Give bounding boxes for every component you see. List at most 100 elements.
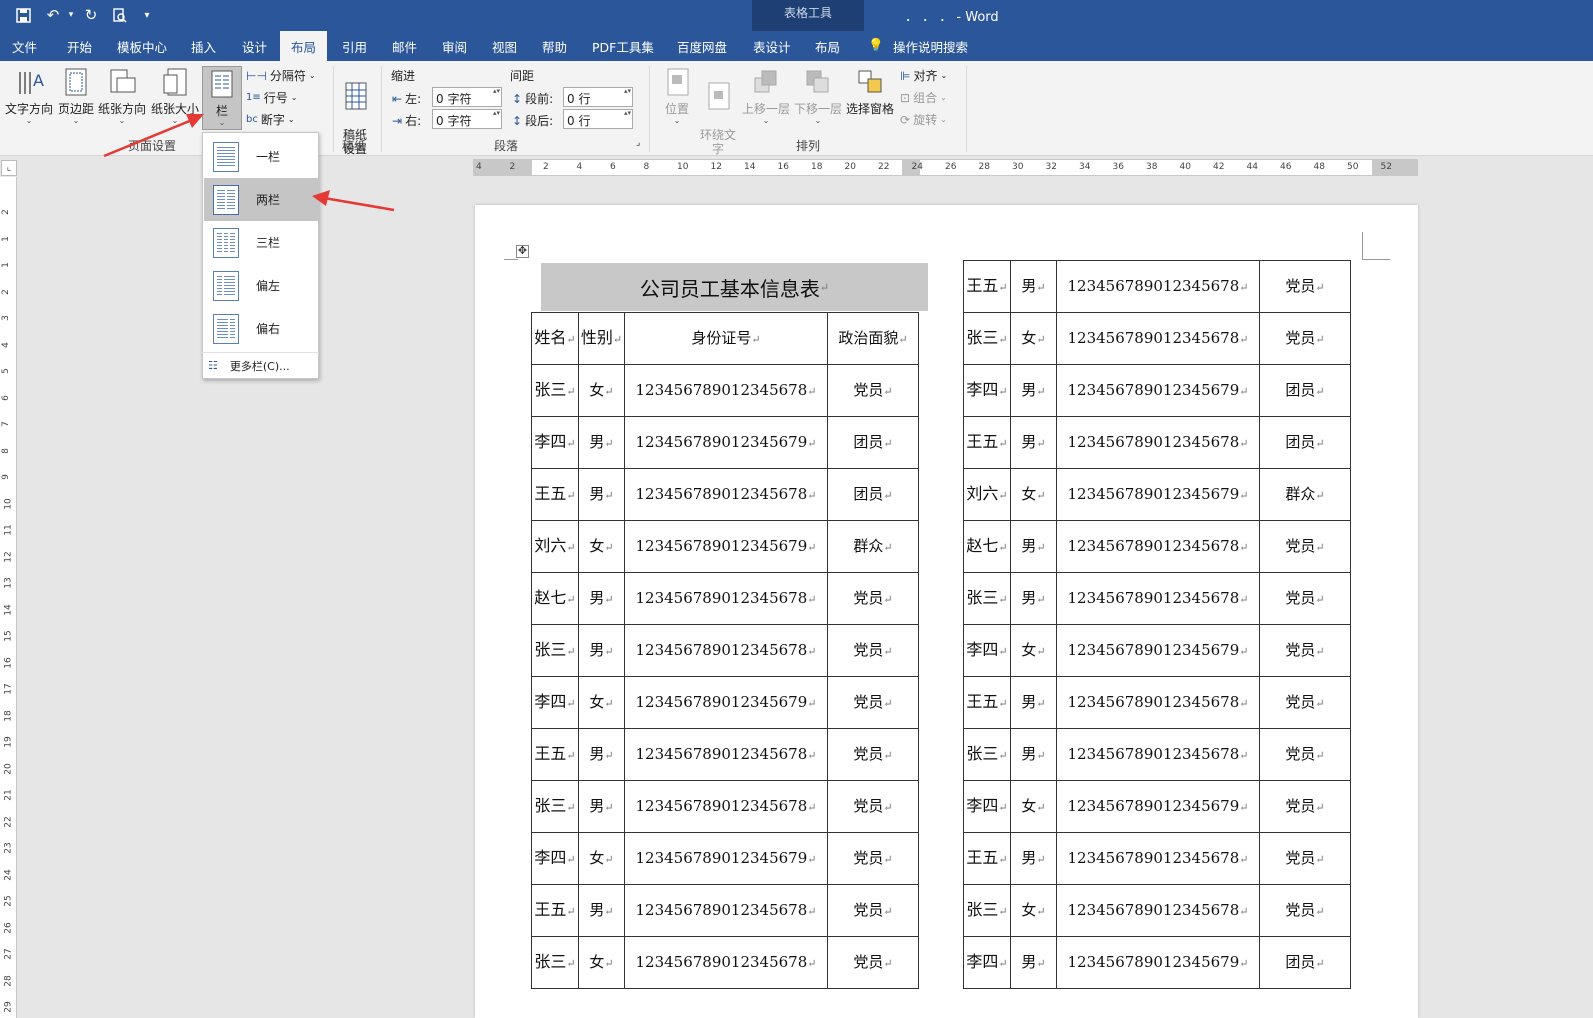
- columns-option-2[interactable]: 两栏: [204, 178, 318, 221]
- cell-political-status[interactable]: 党员↵: [1259, 884, 1351, 937]
- indent-left-input[interactable]: 0 字符: [432, 87, 502, 107]
- cell-name[interactable]: 张三↵: [963, 884, 1011, 937]
- cell-id-number[interactable]: 123456789012345679↵: [1056, 780, 1260, 833]
- align-button[interactable]: ⊫ 对齐 ⌄: [900, 67, 947, 84]
- cell-gender[interactable]: 男↵: [1010, 260, 1057, 313]
- tab-table-design[interactable]: 表设计: [753, 37, 791, 56]
- cell-name[interactable]: 李四↵: [963, 780, 1011, 833]
- cell-id-number[interactable]: 123456789012345678↵: [624, 884, 828, 937]
- employee-table-right[interactable]: 王五↵ 男↵ 123456789012345678↵ 党员↵ 张三↵ 女↵ 12345678…: [963, 260, 1351, 989]
- cell-name[interactable]: 王五↵: [531, 728, 579, 781]
- cell-political-status[interactable]: 党员↵: [1259, 520, 1351, 573]
- horizontal-ruler[interactable]: 4 2 2 4 6 8 10 12 14 16 18 20 22 24 26 28 30 32 34 36 38 40 42…: [473, 159, 1418, 176]
- columns-option-4[interactable]: 偏左: [204, 264, 318, 307]
- header-political-status[interactable]: 政治面貌↵: [827, 312, 919, 365]
- cell-name[interactable]: 王五↵: [531, 468, 579, 521]
- undo-dropdown-icon[interactable]: ▾: [60, 5, 82, 25]
- cell-name[interactable]: 李四↵: [963, 936, 1011, 989]
- tab-layout[interactable]: 布局: [280, 31, 328, 61]
- cell-political-status[interactable]: 团员↵: [1259, 936, 1351, 989]
- tab-help[interactable]: 帮助: [542, 37, 567, 56]
- cell-political-status[interactable]: 党员↵: [1259, 780, 1351, 833]
- cell-name[interactable]: 王五↵: [963, 416, 1011, 469]
- tab-home[interactable]: 开始: [67, 37, 92, 56]
- rotate-button[interactable]: ⟳ 旋转 ⌄: [900, 111, 947, 128]
- cell-id-number[interactable]: 123456789012345678↵: [624, 780, 828, 833]
- tab-file[interactable]: 文件: [12, 37, 37, 56]
- cell-name[interactable]: 王五↵: [963, 676, 1011, 729]
- send-backward-button[interactable]: 下移一层 ⌄: [793, 66, 843, 125]
- paragraph-launcher-icon[interactable]: ⌟: [636, 138, 640, 148]
- cell-id-number[interactable]: 123456789012345678↵: [624, 728, 828, 781]
- cell-name[interactable]: 赵七↵: [531, 572, 579, 625]
- cell-political-status[interactable]: 团员↵: [827, 468, 919, 521]
- cell-political-status[interactable]: 党员↵: [1259, 260, 1351, 313]
- cell-political-status[interactable]: 党员↵: [1259, 572, 1351, 625]
- cell-gender[interactable]: 男↵: [578, 728, 625, 781]
- cell-gender[interactable]: 男↵: [1010, 520, 1057, 573]
- cell-political-status[interactable]: 党员↵: [1259, 312, 1351, 365]
- vertical-ruler[interactable]: 2 1 1 2 3 4 5 6 7 8 9 10 11 12 13 14 15 16 17 18 19 20 21 22 23 2…: [0, 177, 17, 1018]
- position-button[interactable]: 位置 ⌄: [660, 66, 694, 125]
- cell-id-number[interactable]: 123456789012345678↵: [1056, 728, 1260, 781]
- header-name[interactable]: 姓名↵: [531, 312, 579, 365]
- cell-id-number[interactable]: 123456789012345678↵: [624, 572, 828, 625]
- save-icon[interactable]: [12, 5, 34, 25]
- cell-political-status[interactable]: 群众↵: [1259, 468, 1351, 521]
- cell-political-status[interactable]: 党员↵: [827, 728, 919, 781]
- cell-political-status[interactable]: 党员↵: [827, 780, 919, 833]
- columns-option-1[interactable]: 一栏: [204, 135, 318, 178]
- cell-id-number[interactable]: 123456789012345679↵: [1056, 364, 1260, 417]
- cell-gender[interactable]: 男↵: [578, 624, 625, 677]
- customize-qat-icon[interactable]: ▾: [136, 5, 158, 25]
- cell-gender[interactable]: 男↵: [1010, 728, 1057, 781]
- cell-id-number[interactable]: 123456789012345679↵: [1056, 936, 1260, 989]
- cell-id-number[interactable]: 123456789012345678↵: [624, 364, 828, 417]
- cell-political-status[interactable]: 团员↵: [827, 416, 919, 469]
- cell-gender[interactable]: 女↵: [1010, 312, 1057, 365]
- cell-id-number[interactable]: 123456789012345678↵: [624, 624, 828, 677]
- cell-gender[interactable]: 女↵: [1010, 624, 1057, 677]
- cell-id-number[interactable]: 123456789012345679↵: [1056, 468, 1260, 521]
- cell-political-status[interactable]: 团员↵: [1259, 364, 1351, 417]
- cell-name[interactable]: 张三↵: [531, 936, 579, 989]
- cell-political-status[interactable]: 党员↵: [827, 832, 919, 885]
- cell-gender[interactable]: 女↵: [578, 676, 625, 729]
- cell-gender[interactable]: 男↵: [578, 572, 625, 625]
- cell-id-number[interactable]: 123456789012345678↵: [1056, 260, 1260, 313]
- cell-gender[interactable]: 男↵: [578, 468, 625, 521]
- table-title[interactable]: 公司员工基本信息表 ↵: [541, 263, 928, 311]
- cell-gender[interactable]: 男↵: [578, 416, 625, 469]
- cell-name[interactable]: 李四↵: [963, 624, 1011, 677]
- cell-name[interactable]: 李四↵: [963, 364, 1011, 417]
- margins-button[interactable]: 页边距 ⌄: [56, 66, 96, 125]
- cell-gender[interactable]: 男↵: [1010, 676, 1057, 729]
- cell-name[interactable]: 李四↵: [531, 676, 579, 729]
- cell-id-number[interactable]: 123456789012345678↵: [1056, 832, 1260, 885]
- cell-gender[interactable]: 男↵: [1010, 936, 1057, 989]
- cell-name[interactable]: 赵七↵: [963, 520, 1011, 573]
- cell-name[interactable]: 刘六↵: [963, 468, 1011, 521]
- tab-baidu-netdisk[interactable]: 百度网盘: [677, 37, 727, 56]
- cell-name[interactable]: 李四↵: [531, 416, 579, 469]
- tab-references[interactable]: 引用: [342, 37, 367, 56]
- cell-name[interactable]: 王五↵: [531, 884, 579, 937]
- wrap-text-button[interactable]: 环绕文 字: [698, 66, 738, 156]
- selection-pane-button[interactable]: 选择窗格: [845, 66, 895, 117]
- tab-review[interactable]: 审阅: [442, 37, 467, 56]
- cell-id-number[interactable]: 123456789012345678↵: [1056, 416, 1260, 469]
- cell-political-status[interactable]: 群众↵: [827, 520, 919, 573]
- cell-gender[interactable]: 女↵: [1010, 780, 1057, 833]
- cell-gender[interactable]: 女↵: [578, 520, 625, 573]
- cell-name[interactable]: 张三↵: [531, 624, 579, 677]
- cell-gender[interactable]: 女↵: [578, 936, 625, 989]
- cell-political-status[interactable]: 党员↵: [827, 364, 919, 417]
- tab-insert[interactable]: 插入: [191, 37, 216, 56]
- group-objects-button[interactable]: ⊡ 组合 ⌄: [900, 89, 947, 106]
- tell-me-search[interactable]: 操作说明搜索: [893, 37, 968, 56]
- cell-political-status[interactable]: 党员↵: [827, 676, 919, 729]
- cell-id-number[interactable]: 123456789012345678↵: [1056, 676, 1260, 729]
- cell-political-status[interactable]: 党员↵: [827, 572, 919, 625]
- cell-name[interactable]: 张三↵: [963, 728, 1011, 781]
- columns-option-5[interactable]: 偏右: [204, 307, 318, 350]
